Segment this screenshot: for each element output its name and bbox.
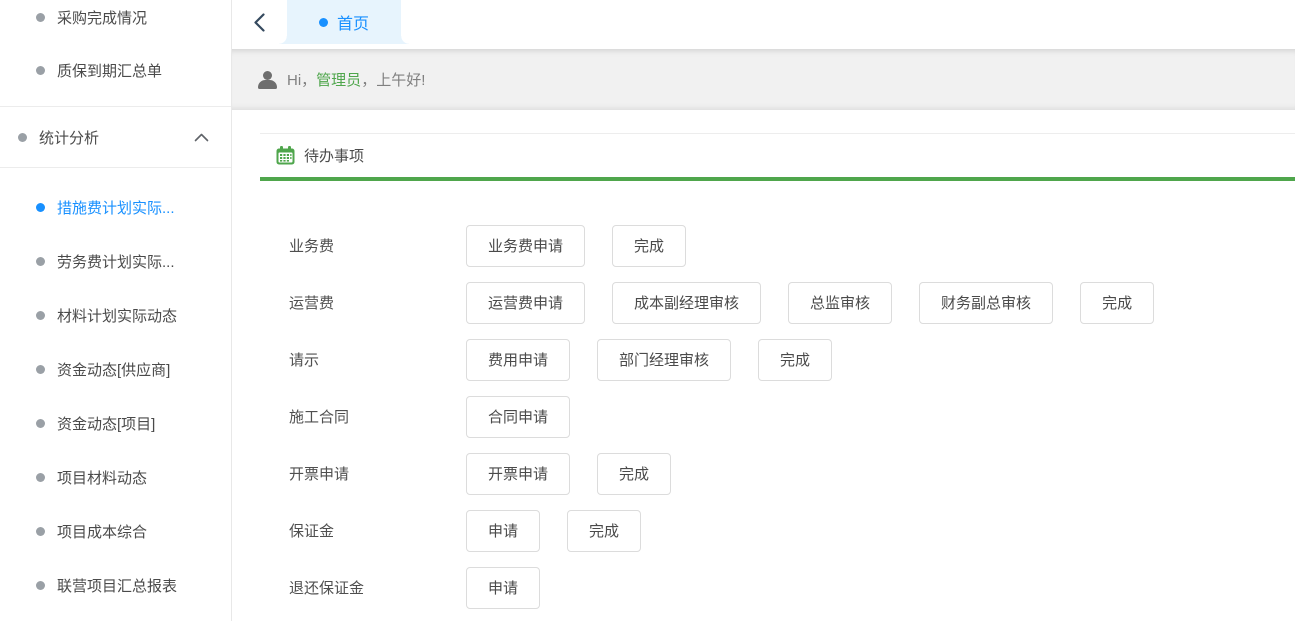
todo-row-label: 退还保证金 — [289, 577, 466, 598]
todo-step-button[interactable]: 完成 — [758, 339, 832, 381]
todo-step-button[interactable]: 业务费申请 — [466, 225, 585, 267]
todo-step-button[interactable]: 完成 — [597, 453, 671, 495]
todo-step-button[interactable]: 成本副经理审核 — [612, 282, 761, 324]
greeting-bar: Hi，管理员，上午好! — [232, 49, 1295, 110]
greeting-text: Hi，管理员，上午好! — [287, 69, 425, 90]
todo-panel-header: 待办事项 — [260, 134, 1295, 177]
sidebar-top-list: 采购完成情况 质保到期汇总单 — [0, 0, 231, 106]
greeting-suffix: ，上午好! — [361, 72, 425, 89]
dot-icon — [36, 581, 45, 590]
tab-home[interactable]: 首页 — [287, 0, 401, 44]
todo-row: 请示 费用申请部门经理审核完成 — [289, 331, 1295, 388]
tab-home-label: 首页 — [337, 10, 369, 34]
todo-step-button[interactable]: 完成 — [567, 510, 641, 552]
todo-step-button[interactable]: 财务副总审核 — [919, 282, 1053, 324]
todo-step-button[interactable]: 完成 — [612, 225, 686, 267]
sidebar-item-label: 联营项目汇总报表 — [57, 575, 177, 596]
sidebar-section-label: 统计分析 — [39, 127, 99, 148]
greeting-prefix: Hi， — [287, 72, 316, 89]
todo-step-button[interactable]: 运营费申请 — [466, 282, 585, 324]
sidebar-item[interactable]: 措施费计划实际... — [0, 180, 231, 234]
todo-step-button[interactable]: 完成 — [1080, 282, 1154, 324]
todo-row-label: 业务费 — [289, 235, 466, 256]
todo-row-steps: 运营费申请成本副经理审核总监审核财务副总审核完成 — [466, 282, 1154, 324]
tab-bar: 首页 — [232, 0, 1295, 49]
todo-step-button[interactable]: 申请 — [466, 510, 540, 552]
todo-step-button[interactable]: 合同申请 — [466, 396, 570, 438]
dot-icon — [36, 257, 45, 266]
sidebar-item-label: 项目材料动态 — [57, 467, 147, 488]
todo-row: 施工合同 合同申请 — [289, 388, 1295, 445]
sidebar-sub-list: 措施费计划实际... 劳务费计划实际... 材料计划实际动态 资金动态[供应商]… — [0, 168, 231, 612]
todo-row: 保证金 申请完成 — [289, 502, 1295, 559]
sidebar-item-label: 材料计划实际动态 — [57, 305, 177, 326]
back-button[interactable] — [241, 0, 277, 44]
dot-icon — [18, 133, 27, 142]
sidebar-item-label: 资金动态[项目] — [57, 413, 155, 434]
dot-icon — [36, 311, 45, 320]
sidebar-item-label: 质保到期汇总单 — [57, 60, 162, 81]
sidebar-item-label: 措施费计划实际... — [57, 197, 175, 218]
todo-row-label: 施工合同 — [289, 406, 466, 427]
sidebar-item-label: 劳务费计划实际... — [57, 251, 175, 272]
todo-row-label: 开票申请 — [289, 463, 466, 484]
todo-row: 业务费 业务费申请完成 — [289, 217, 1295, 274]
todo-step-button[interactable]: 申请 — [466, 567, 540, 609]
sidebar-item[interactable]: 采购完成情况 — [0, 0, 231, 44]
todo-step-button[interactable]: 总监审核 — [788, 282, 892, 324]
dot-icon — [36, 203, 45, 212]
dot-icon — [36, 365, 45, 374]
todo-row-steps: 合同申请 — [466, 396, 570, 438]
sidebar-item[interactable]: 联营项目汇总报表 — [0, 558, 231, 612]
user-icon — [258, 71, 277, 89]
todo-row: 开票申请 开票申请完成 — [289, 445, 1295, 502]
todo-row: 退还保证金 申请 — [289, 559, 1295, 616]
todo-row-label: 保证金 — [289, 520, 466, 541]
sidebar-item[interactable]: 项目材料动态 — [0, 450, 231, 504]
sidebar-item[interactable]: 项目成本综合 — [0, 504, 231, 558]
app-root: 采购完成情况 质保到期汇总单 统计分析 措施费计划实际... 劳务费计划实际..… — [0, 0, 1295, 621]
calendar-icon — [276, 146, 295, 165]
todo-row-label: 请示 — [289, 349, 466, 370]
todo-row-steps: 费用申请部门经理审核完成 — [466, 339, 832, 381]
todo-row-steps: 业务费申请完成 — [466, 225, 686, 267]
sidebar-item-label: 项目成本综合 — [57, 521, 147, 542]
todo-row-steps: 申请 — [466, 567, 540, 609]
sidebar: 采购完成情况 质保到期汇总单 统计分析 措施费计划实际... 劳务费计划实际..… — [0, 0, 232, 621]
chevron-up-icon[interactable] — [194, 133, 209, 142]
todo-row-steps: 申请完成 — [466, 510, 641, 552]
todo-step-button[interactable]: 部门经理审核 — [597, 339, 731, 381]
todo-step-button[interactable]: 费用申请 — [466, 339, 570, 381]
todo-row-steps: 开票申请完成 — [466, 453, 671, 495]
dot-icon — [36, 13, 45, 22]
chevron-left-icon — [253, 12, 266, 33]
content-area: 待办事项 业务费 业务费申请完成 运营费 运营费申请成本副经理审核总监审核财务副… — [232, 110, 1295, 621]
sidebar-item[interactable]: 资金动态[供应商] — [0, 342, 231, 396]
todo-rows: 业务费 业务费申请完成 运营费 运营费申请成本副经理审核总监审核财务副总审核完成… — [260, 181, 1295, 616]
sidebar-section-statistics[interactable]: 统计分析 — [0, 106, 231, 168]
dot-icon — [36, 419, 45, 428]
todo-row-label: 运营费 — [289, 292, 466, 313]
dot-icon — [36, 473, 45, 482]
todo-panel-title: 待办事项 — [304, 145, 364, 166]
todo-panel: 待办事项 业务费 业务费申请完成 运营费 运营费申请成本副经理审核总监审核财务副… — [260, 133, 1295, 616]
sidebar-item[interactable]: 质保到期汇总单 — [0, 44, 231, 97]
sidebar-item[interactable]: 材料计划实际动态 — [0, 288, 231, 342]
todo-step-button[interactable]: 开票申请 — [466, 453, 570, 495]
sidebar-item[interactable]: 劳务费计划实际... — [0, 234, 231, 288]
sidebar-item-label: 采购完成情况 — [57, 7, 147, 28]
main-area: 首页 Hi，管理员，上午好! — [232, 0, 1295, 621]
sidebar-item-label: 资金动态[供应商] — [57, 359, 170, 380]
dot-icon — [36, 527, 45, 536]
dot-icon — [36, 66, 45, 75]
greeting-username: 管理员 — [316, 72, 361, 89]
todo-row: 运营费 运营费申请成本副经理审核总监审核财务副总审核完成 — [289, 274, 1295, 331]
sidebar-item[interactable]: 资金动态[项目] — [0, 396, 231, 450]
tab-active-dot-icon — [319, 18, 328, 27]
